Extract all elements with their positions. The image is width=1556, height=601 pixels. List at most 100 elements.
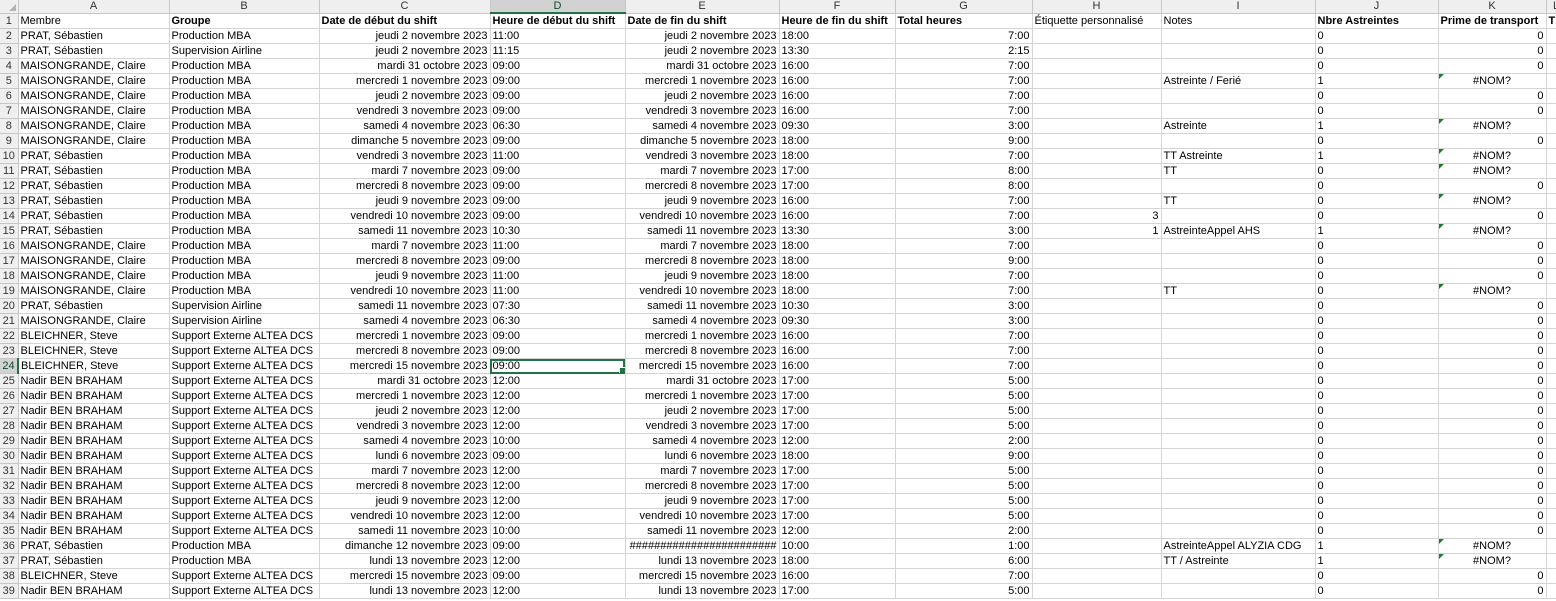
column-header-I[interactable]: I <box>1161 0 1316 14</box>
cell-I11[interactable]: TT <box>1161 163 1316 179</box>
cell-C24[interactable]: mercredi 15 novembre 2023 <box>319 358 491 374</box>
cell-E38[interactable]: mercredi 15 novembre 2023 <box>625 568 780 584</box>
cell-F17[interactable]: 18:00 <box>779 253 896 269</box>
cell-J9[interactable]: 0 <box>1315 133 1439 149</box>
column-header-E[interactable]: E <box>625 0 780 14</box>
cell-I12[interactable] <box>1161 178 1316 194</box>
cell-C15[interactable]: samedi 11 novembre 2023 <box>319 223 491 239</box>
cell-L34[interactable] <box>1546 508 1556 524</box>
cell-G7[interactable]: 7:00 <box>895 103 1033 119</box>
cell-C28[interactable]: vendredi 3 novembre 2023 <box>319 418 491 434</box>
cell-I37[interactable]: TT / Astreinte <box>1161 553 1316 569</box>
cell-H38[interactable] <box>1032 568 1162 584</box>
cell-B28[interactable]: Support Externe ALTEA DCS <box>169 418 320 434</box>
cell-A37[interactable]: PRAT, Sébastien <box>18 553 170 569</box>
cell-C23[interactable]: mercredi 8 novembre 2023 <box>319 343 491 359</box>
cell-C39[interactable]: lundi 13 novembre 2023 <box>319 583 491 599</box>
cell-C34[interactable]: vendredi 10 novembre 2023 <box>319 508 491 524</box>
cell-I16[interactable] <box>1161 238 1316 254</box>
cell-G30[interactable]: 9:00 <box>895 448 1033 464</box>
cell-J5[interactable]: 1 <box>1315 73 1439 89</box>
cell-I25[interactable] <box>1161 373 1316 389</box>
cell-I3[interactable] <box>1161 43 1316 59</box>
cell-D3[interactable]: 11:15 <box>490 43 626 59</box>
cell-J2[interactable]: 0 <box>1315 28 1439 44</box>
cell-G39[interactable]: 5:00 <box>895 583 1033 599</box>
column-header-B[interactable]: B <box>169 0 320 14</box>
cell-E32[interactable]: mercredi 8 novembre 2023 <box>625 478 780 494</box>
cell-B37[interactable]: Production MBA <box>169 553 320 569</box>
cell-A21[interactable]: MAISONGRANDE, Claire <box>18 313 170 329</box>
cell-C27[interactable]: jeudi 2 novembre 2023 <box>319 403 491 419</box>
cell-D22[interactable]: 09:00 <box>490 328 626 344</box>
cell-H5[interactable] <box>1032 73 1162 89</box>
cell-A11[interactable]: PRAT, Sébastien <box>18 163 170 179</box>
cell-K28[interactable]: 0 <box>1438 418 1547 434</box>
cell-E20[interactable]: samedi 11 novembre 2023 <box>625 298 780 314</box>
cell-L8[interactable] <box>1546 118 1556 134</box>
header-cell-J[interactable]: Nbre Astreintes <box>1315 13 1439 29</box>
cell-K35[interactable]: 0 <box>1438 523 1547 539</box>
row-header-15[interactable]: 15 <box>0 223 19 239</box>
cell-L37[interactable] <box>1546 553 1556 569</box>
cell-L23[interactable] <box>1546 343 1556 359</box>
cell-H7[interactable] <box>1032 103 1162 119</box>
cell-E18[interactable]: jeudi 9 novembre 2023 <box>625 268 780 284</box>
header-cell-G[interactable]: Total heures <box>895 13 1033 29</box>
cell-G14[interactable]: 7:00 <box>895 208 1033 224</box>
cell-C33[interactable]: jeudi 9 novembre 2023 <box>319 493 491 509</box>
cell-E3[interactable]: jeudi 2 novembre 2023 <box>625 43 780 59</box>
row-header-10[interactable]: 10 <box>0 148 19 164</box>
cell-A2[interactable]: PRAT, Sébastien <box>18 28 170 44</box>
cell-A23[interactable]: BLEICHNER, Steve <box>18 343 170 359</box>
cell-E2[interactable]: jeudi 2 novembre 2023 <box>625 28 780 44</box>
cell-F39[interactable]: 17:00 <box>779 583 896 599</box>
cell-C10[interactable]: vendredi 3 novembre 2023 <box>319 148 491 164</box>
cell-F18[interactable]: 18:00 <box>779 268 896 284</box>
cell-K8[interactable]: #NOM? <box>1438 118 1547 134</box>
cell-H4[interactable] <box>1032 58 1162 74</box>
cell-C13[interactable]: jeudi 9 novembre 2023 <box>319 193 491 209</box>
cell-D25[interactable]: 12:00 <box>490 373 626 389</box>
cell-B15[interactable]: Production MBA <box>169 223 320 239</box>
cell-K31[interactable]: 0 <box>1438 463 1547 479</box>
cell-H39[interactable] <box>1032 583 1162 599</box>
header-cell-E[interactable]: Date de fin du shift <box>625 13 780 29</box>
cell-H15[interactable]: 1 <box>1032 223 1162 239</box>
cell-G4[interactable]: 7:00 <box>895 58 1033 74</box>
cell-G31[interactable]: 5:00 <box>895 463 1033 479</box>
cell-A25[interactable]: Nadir BEN BRAHAM <box>18 373 170 389</box>
cell-G36[interactable]: 1:00 <box>895 538 1033 554</box>
cell-B34[interactable]: Support Externe ALTEA DCS <box>169 508 320 524</box>
row-header-34[interactable]: 34 <box>0 508 19 524</box>
cell-A15[interactable]: PRAT, Sébastien <box>18 223 170 239</box>
cell-L2[interactable] <box>1546 28 1556 44</box>
cell-H11[interactable] <box>1032 163 1162 179</box>
cell-E8[interactable]: samedi 4 novembre 2023 <box>625 118 780 134</box>
cell-D2[interactable]: 11:00 <box>490 28 626 44</box>
cell-H21[interactable] <box>1032 313 1162 329</box>
cell-E26[interactable]: mercredi 1 novembre 2023 <box>625 388 780 404</box>
cell-D26[interactable]: 12:00 <box>490 388 626 404</box>
cell-D34[interactable]: 12:00 <box>490 508 626 524</box>
cell-J32[interactable]: 0 <box>1315 478 1439 494</box>
header-cell-C[interactable]: Date de début du shift <box>319 13 491 29</box>
cell-B5[interactable]: Production MBA <box>169 73 320 89</box>
cell-C17[interactable]: mercredi 8 novembre 2023 <box>319 253 491 269</box>
cell-C36[interactable]: dimanche 12 novembre 2023 <box>319 538 491 554</box>
cell-H13[interactable] <box>1032 193 1162 209</box>
cell-C12[interactable]: mercredi 8 novembre 2023 <box>319 178 491 194</box>
cell-L19[interactable] <box>1546 283 1556 299</box>
cell-H33[interactable] <box>1032 493 1162 509</box>
cell-J33[interactable]: 0 <box>1315 493 1439 509</box>
cell-I29[interactable] <box>1161 433 1316 449</box>
cell-D23[interactable]: 09:00 <box>490 343 626 359</box>
cell-H29[interactable] <box>1032 433 1162 449</box>
cell-L36[interactable] <box>1546 538 1556 554</box>
cell-J31[interactable]: 0 <box>1315 463 1439 479</box>
cell-G24[interactable]: 7:00 <box>895 358 1033 374</box>
cell-K26[interactable]: 0 <box>1438 388 1547 404</box>
cell-A29[interactable]: Nadir BEN BRAHAM <box>18 433 170 449</box>
cell-F33[interactable]: 17:00 <box>779 493 896 509</box>
cell-J24[interactable]: 0 <box>1315 358 1439 374</box>
